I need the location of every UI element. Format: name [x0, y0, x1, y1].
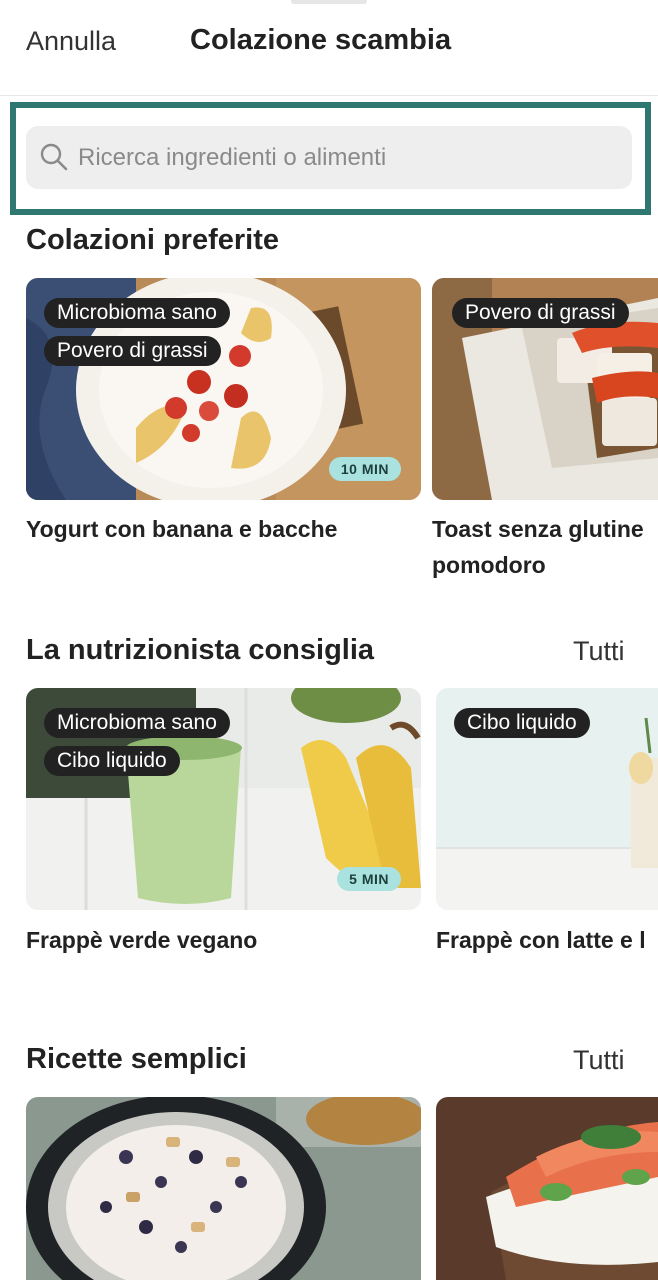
recipe-card-milk-shake[interactable]: Cibo liquido	[436, 688, 658, 910]
recipe-card-yogurt[interactable]: Microbioma sano Povero di grassi 10 MIN	[26, 278, 421, 500]
tag-low-fat: Povero di grassi	[452, 298, 629, 328]
cancel-button[interactable]: Annulla	[26, 26, 116, 57]
search-icon	[40, 143, 68, 171]
recipe-card-green-smoothie[interactable]: Microbioma sano Cibo liquido 5 MIN	[26, 688, 421, 910]
search-input[interactable]: Ricerca ingredienti o alimenti	[26, 126, 632, 189]
section-title-simple-recipes: Ricette semplici	[26, 1043, 247, 1075]
time-badge: 5 MIN	[337, 867, 401, 891]
tag-liquid-food: Cibo liquido	[44, 746, 180, 776]
tag-liquid-food: Cibo liquido	[454, 708, 590, 738]
salmon-toast-image	[436, 1097, 658, 1280]
recipe-card-salmon-toast[interactable]	[436, 1097, 658, 1280]
page-title: Colazione scambia	[190, 24, 452, 56]
see-all-button[interactable]: Tutti	[573, 1045, 625, 1076]
recipe-card-yogurt-granola[interactable]	[26, 1097, 421, 1280]
recipe-title[interactable]: Yogurt con banana e bacche	[26, 512, 337, 547]
recipe-title-line2[interactable]: pomodoro	[432, 548, 546, 583]
search-placeholder: Ricerca ingredienti o alimenti	[78, 144, 387, 171]
tag-healthy-microbiome: Microbioma sano	[44, 298, 230, 328]
recipe-title-line1[interactable]: Toast senza glutine	[432, 512, 644, 547]
see-all-button[interactable]: Tutti	[573, 636, 625, 667]
header: Annulla Colazione scambia	[0, 0, 658, 96]
section-title-nutritionist: La nutrizionista consiglia	[26, 634, 375, 666]
yogurt-granola-image	[26, 1097, 421, 1280]
tag-low-fat: Povero di grassi	[44, 336, 221, 366]
time-badge: 10 MIN	[328, 457, 401, 481]
recipe-title[interactable]: Frappè verde vegano	[26, 923, 257, 958]
search-highlight-frame: Ricerca ingredienti o alimenti	[10, 102, 651, 215]
section-title-favorites: Colazioni preferite	[26, 224, 279, 256]
tag-healthy-microbiome: Microbioma sano	[44, 708, 230, 738]
recipe-title[interactable]: Frappè con latte e l	[436, 923, 646, 958]
recipe-card-toast[interactable]: Povero di grassi	[432, 278, 658, 500]
